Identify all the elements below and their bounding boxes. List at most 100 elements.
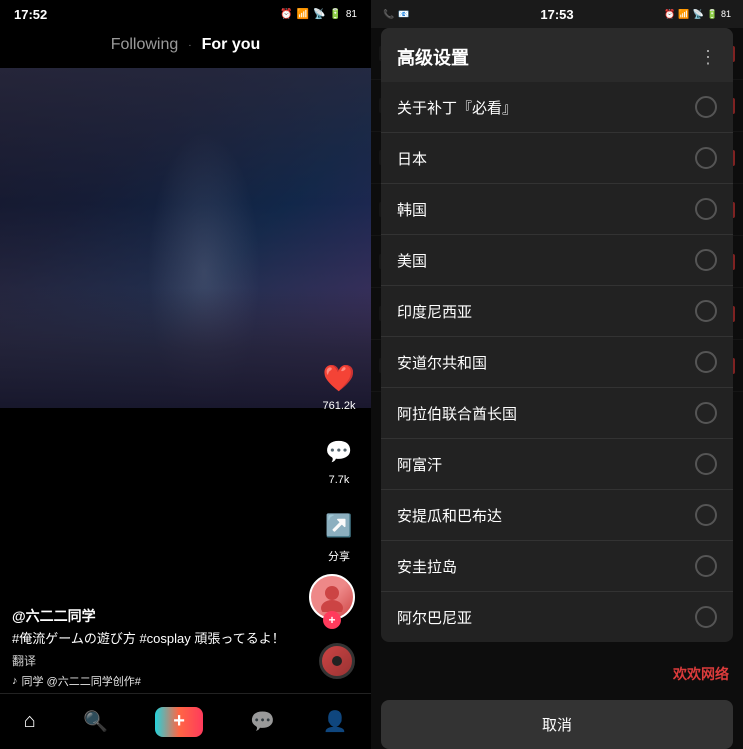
settings-modal: 高级设置 ⋮ 关于补丁『必看』 日本 韩国 美国 印度尼西亚 安道尔共和国	[381, 28, 733, 642]
nav-separator: ·	[188, 40, 191, 51]
music-disc-center	[332, 656, 342, 666]
modal-item-4[interactable]: 印度尼西亚	[381, 286, 733, 337]
modal-item-9[interactable]: 安圭拉岛	[381, 541, 733, 592]
modal-item-label: 阿富汗	[397, 454, 442, 475]
heart-icon: ❤️	[319, 358, 359, 398]
signal2-icon: 📶	[678, 9, 689, 20]
left-time: 17:52	[14, 7, 47, 22]
cancel-button[interactable]: 取消	[381, 700, 733, 749]
left-nav: Following · For you	[0, 28, 371, 62]
modal-item-label: 印度尼西亚	[397, 301, 472, 322]
share-icon: ↗️	[319, 506, 359, 546]
creator-avatar-wrapper[interactable]: +	[309, 574, 355, 629]
like-count: 761.2k	[322, 400, 355, 412]
share-button[interactable]: ↗️ 分享	[319, 506, 359, 564]
modal-item-1[interactable]: 日本	[381, 133, 733, 184]
modal-header: 高级设置 ⋮	[381, 28, 733, 82]
profile-icon: 👤	[322, 709, 347, 734]
right-time: 17:53	[540, 7, 573, 22]
right-icon2: 📧	[398, 9, 409, 20]
modal-item-label: 安道尔共和国	[397, 352, 487, 373]
modal-item-label: 阿拉伯联合酋长国	[397, 403, 517, 424]
follow-plus-button[interactable]: +	[323, 611, 341, 629]
modal-item-6[interactable]: 阿拉伯联合酋长国	[381, 388, 733, 439]
radio-button[interactable]	[695, 402, 717, 424]
modal-item-7[interactable]: 阿富汗	[381, 439, 733, 490]
comment-count: 7.7k	[329, 474, 350, 486]
right-status-right-icons: ⏰ 📶 📡 🔋 81	[664, 9, 731, 20]
right-panel: 📞 📧 17:53 ⏰ 📶 📡 🔋 81 年15 7ms mea ✕ 年15 1…	[371, 0, 743, 749]
nav-discover[interactable]: 🔍	[83, 709, 108, 734]
right-icon1: 📞	[383, 9, 394, 20]
for-you-tab[interactable]: For you	[202, 36, 261, 54]
modal-item-10[interactable]: 阿尔巴尼亚	[381, 592, 733, 642]
signal-icon: 📶	[297, 9, 309, 20]
modal-item-label: 安提瓜和巴布达	[397, 505, 502, 526]
wifi2-icon: 📡	[693, 9, 704, 20]
comment-button[interactable]: 💬 7.7k	[319, 432, 359, 486]
nav-add-button[interactable]: +	[155, 707, 203, 737]
video-background	[0, 68, 371, 408]
alarm2-icon: ⏰	[664, 9, 675, 20]
left-status-bar: 17:52 ⏰ 📶 📡 🔋 81	[0, 0, 371, 28]
modal-item-5[interactable]: 安道尔共和国	[381, 337, 733, 388]
radio-button[interactable]	[695, 249, 717, 271]
crowd-layer	[0, 288, 371, 408]
right-status-left-icons: 📞 📧	[383, 9, 409, 20]
discover-icon: 🔍	[83, 709, 108, 734]
avatar-image	[317, 582, 347, 612]
music-disc	[319, 643, 355, 679]
share-label: 分享	[328, 548, 350, 564]
radio-button[interactable]	[695, 504, 717, 526]
left-status-icons: ⏰ 📶 📡 🔋 81	[280, 9, 357, 20]
radio-button[interactable]	[695, 453, 717, 475]
modal-item-2[interactable]: 韩国	[381, 184, 733, 235]
messages-icon: 💬	[250, 709, 275, 734]
nav-home[interactable]: ⌂	[24, 710, 36, 733]
left-panel: 17:52 ⏰ 📶 📡 🔋 81 Following · For you +	[0, 0, 371, 749]
nav-messages[interactable]: 💬	[250, 709, 275, 734]
comment-icon: 💬	[319, 432, 359, 472]
modal-item-label: 关于补丁『必看』	[397, 97, 517, 118]
modal-item-3[interactable]: 美国	[381, 235, 733, 286]
modal-item-label: 美国	[397, 250, 427, 271]
music-text: 同学 @六二二同学创作#	[22, 673, 141, 689]
like-button[interactable]: ❤️ 761.2k	[319, 358, 359, 412]
caption-username[interactable]: @六二二同学	[12, 606, 311, 626]
caption-text: #俺流ゲームの遊び方 #cosplay 頑張ってるよ！	[12, 630, 311, 648]
wifi-icon: 📡	[313, 9, 325, 20]
radio-button[interactable]	[695, 147, 717, 169]
right-status-bar: 📞 📧 17:53 ⏰ 📶 📡 🔋 81	[371, 0, 743, 28]
battery2-icon: 🔋	[707, 9, 718, 20]
video-area[interactable]	[0, 68, 371, 408]
action-buttons: ❤️ 761.2k 💬 7.7k ↗️ 分享	[319, 68, 359, 564]
modal-title: 高级设置	[397, 44, 469, 70]
watermark: 欢欢网络	[673, 664, 729, 684]
music-note-icon: ♪	[12, 675, 18, 687]
battery-level: 81	[346, 9, 357, 20]
radio-button[interactable]	[695, 351, 717, 373]
caption-area: @六二二同学 #俺流ゲームの遊び方 #cosplay 頑張ってるよ！ 翻译 ♪ …	[12, 606, 311, 689]
following-tab[interactable]: Following	[111, 36, 179, 54]
radio-button[interactable]	[695, 555, 717, 577]
battery-icon: 🔋	[329, 9, 341, 20]
home-icon: ⌂	[24, 710, 36, 733]
modal-item-label: 韩国	[397, 199, 427, 220]
radio-button[interactable]	[695, 96, 717, 118]
modal-item-0[interactable]: 关于补丁『必看』	[381, 82, 733, 133]
translate-button[interactable]: 翻译	[12, 652, 311, 669]
alarm-icon: ⏰	[280, 9, 292, 20]
radio-button[interactable]	[695, 300, 717, 322]
music-disc-wrapper[interactable]	[319, 643, 355, 679]
bottom-nav: ⌂ 🔍 + 💬 👤	[0, 693, 371, 749]
battery2-level: 81	[721, 9, 731, 19]
radio-button[interactable]	[695, 198, 717, 220]
modal-item-8[interactable]: 安提瓜和巴布达	[381, 490, 733, 541]
more-options-icon[interactable]: ⋮	[699, 47, 717, 68]
radio-button[interactable]	[695, 606, 717, 628]
modal-items-list: 关于补丁『必看』 日本 韩国 美国 印度尼西亚 安道尔共和国 阿拉伯联合酋长国	[381, 82, 733, 642]
nav-profile[interactable]: 👤	[322, 709, 347, 734]
modal-item-label: 安圭拉岛	[397, 556, 457, 577]
add-icon: +	[173, 710, 185, 733]
music-info: ♪ 同学 @六二二同学创作#	[12, 673, 311, 689]
